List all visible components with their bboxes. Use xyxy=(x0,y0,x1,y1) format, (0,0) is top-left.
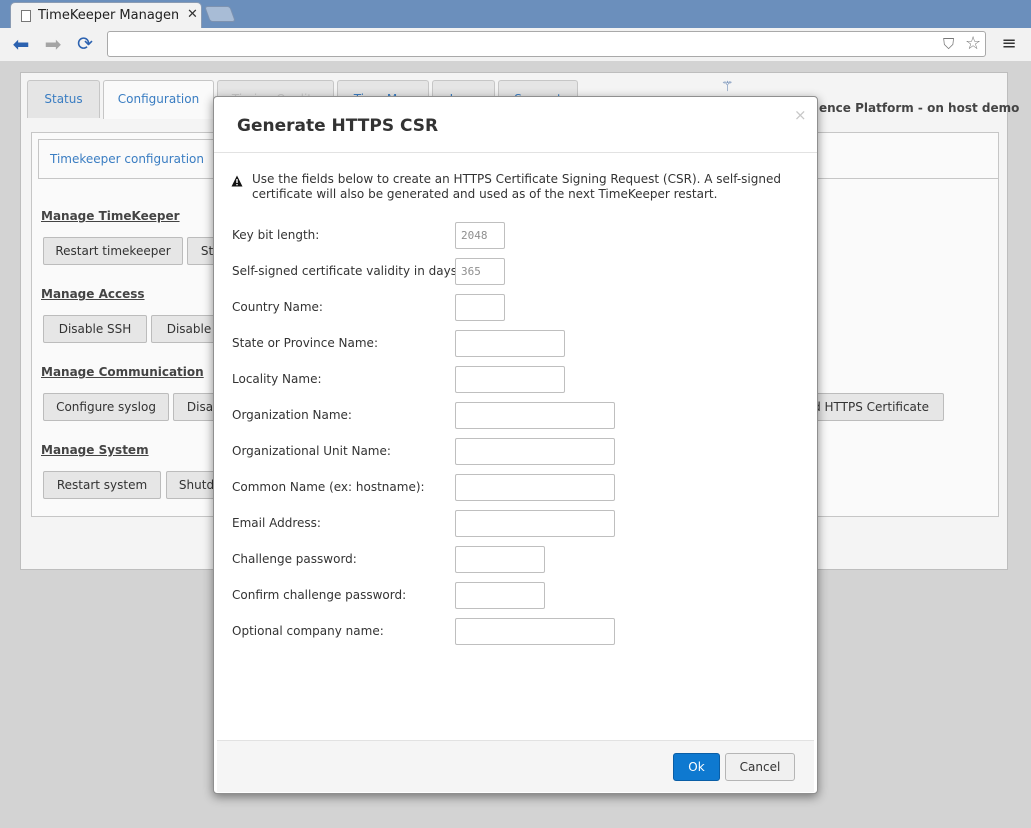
subtab-timekeeper-configuration[interactable]: Timekeeper configuration xyxy=(38,139,216,179)
restart-system-button[interactable]: Restart system xyxy=(43,471,161,499)
section-manage-system: Manage System xyxy=(41,443,149,457)
dialog-instructions: Use the fields below to create an HTTPS … xyxy=(252,172,781,201)
disable-ssh-button[interactable]: Disable SSH xyxy=(43,315,147,343)
modal-close-icon[interactable]: × xyxy=(794,106,807,124)
address-bar[interactable]: ⛉ ☆ xyxy=(107,31,986,57)
locality-name-field[interactable] xyxy=(455,366,565,393)
ok-button[interactable]: Ok xyxy=(673,753,720,781)
logo-icon: ⚚ xyxy=(721,79,734,95)
state-province-field[interactable] xyxy=(455,330,565,357)
document-icon xyxy=(21,10,31,22)
configure-syslog-button[interactable]: Configure syslog xyxy=(43,393,169,421)
validity-days-label: Self-signed certificate validity in days… xyxy=(232,264,462,278)
key-bit-length-field[interactable]: 2048 xyxy=(455,222,505,249)
organizational-unit-label: Organizational Unit Name: xyxy=(232,444,391,458)
optional-company-name-field[interactable] xyxy=(455,618,615,645)
section-manage-communication: Manage Communication xyxy=(41,365,204,379)
browser-toolbar: ⬅ ➡ ⟳ ⛉ ☆ ≡ xyxy=(0,28,1031,62)
browser-tab-title: TimeKeeper Management xyxy=(38,8,178,23)
confirm-challenge-password-label: Confirm challenge password: xyxy=(232,588,407,602)
dialog-title: Generate HTTPS CSR xyxy=(237,116,439,136)
shield-icon[interactable]: ⛉ xyxy=(943,35,954,53)
challenge-password-label: Challenge password: xyxy=(232,552,357,566)
section-manage-access: Manage Access xyxy=(41,287,145,301)
email-address-field[interactable] xyxy=(455,510,615,537)
country-name-label: Country Name: xyxy=(232,300,323,314)
platform-title: ence Platform - on host demo xyxy=(819,101,1020,115)
organization-name-label: Organization Name: xyxy=(232,408,352,422)
challenge-password-field[interactable] xyxy=(455,546,545,573)
reload-icon[interactable]: ⟳ xyxy=(73,33,97,55)
warning-icon xyxy=(231,175,243,187)
browser-tab[interactable]: TimeKeeper Management ✕ xyxy=(10,2,202,28)
generate-csr-dialog: Generate HTTPS CSR × Use the fields belo… xyxy=(213,96,818,794)
dialog-header-divider xyxy=(214,152,817,153)
tab-status[interactable]: Status xyxy=(27,80,100,118)
dialog-footer: Ok Cancel xyxy=(217,740,814,792)
menu-icon[interactable]: ≡ xyxy=(1000,34,1018,54)
confirm-challenge-password-field[interactable] xyxy=(455,582,545,609)
forward-arrow-icon[interactable]: ➡ xyxy=(41,33,65,55)
back-arrow-icon[interactable]: ⬅ xyxy=(9,33,33,55)
tab-close-icon[interactable]: ✕ xyxy=(187,7,198,22)
restart-timekeeper-button[interactable]: Restart timekeeper xyxy=(43,237,183,265)
new-tab-button[interactable] xyxy=(204,6,236,22)
organization-name-field[interactable] xyxy=(455,402,615,429)
organizational-unit-field[interactable] xyxy=(455,438,615,465)
key-bit-length-label: Key bit length: xyxy=(232,228,320,242)
country-name-field[interactable] xyxy=(455,294,505,321)
email-address-label: Email Address: xyxy=(232,516,321,530)
cancel-button[interactable]: Cancel xyxy=(725,753,795,781)
common-name-label: Common Name (ex: hostname): xyxy=(232,480,425,494)
validity-days-field[interactable]: 365 xyxy=(455,258,505,285)
https-certificate-button[interactable]: d HTTPS Certificate xyxy=(808,393,944,421)
optional-company-name-label: Optional company name: xyxy=(232,624,384,638)
tab-configuration[interactable]: Configuration xyxy=(103,80,214,119)
section-manage-timekeeper: Manage TimeKeeper xyxy=(41,209,180,223)
browser-tabstrip: TimeKeeper Management ✕ xyxy=(0,0,1031,28)
locality-name-label: Locality Name: xyxy=(232,372,322,386)
star-icon[interactable]: ☆ xyxy=(965,33,981,54)
common-name-field[interactable] xyxy=(455,474,615,501)
state-province-label: State or Province Name: xyxy=(232,336,378,350)
